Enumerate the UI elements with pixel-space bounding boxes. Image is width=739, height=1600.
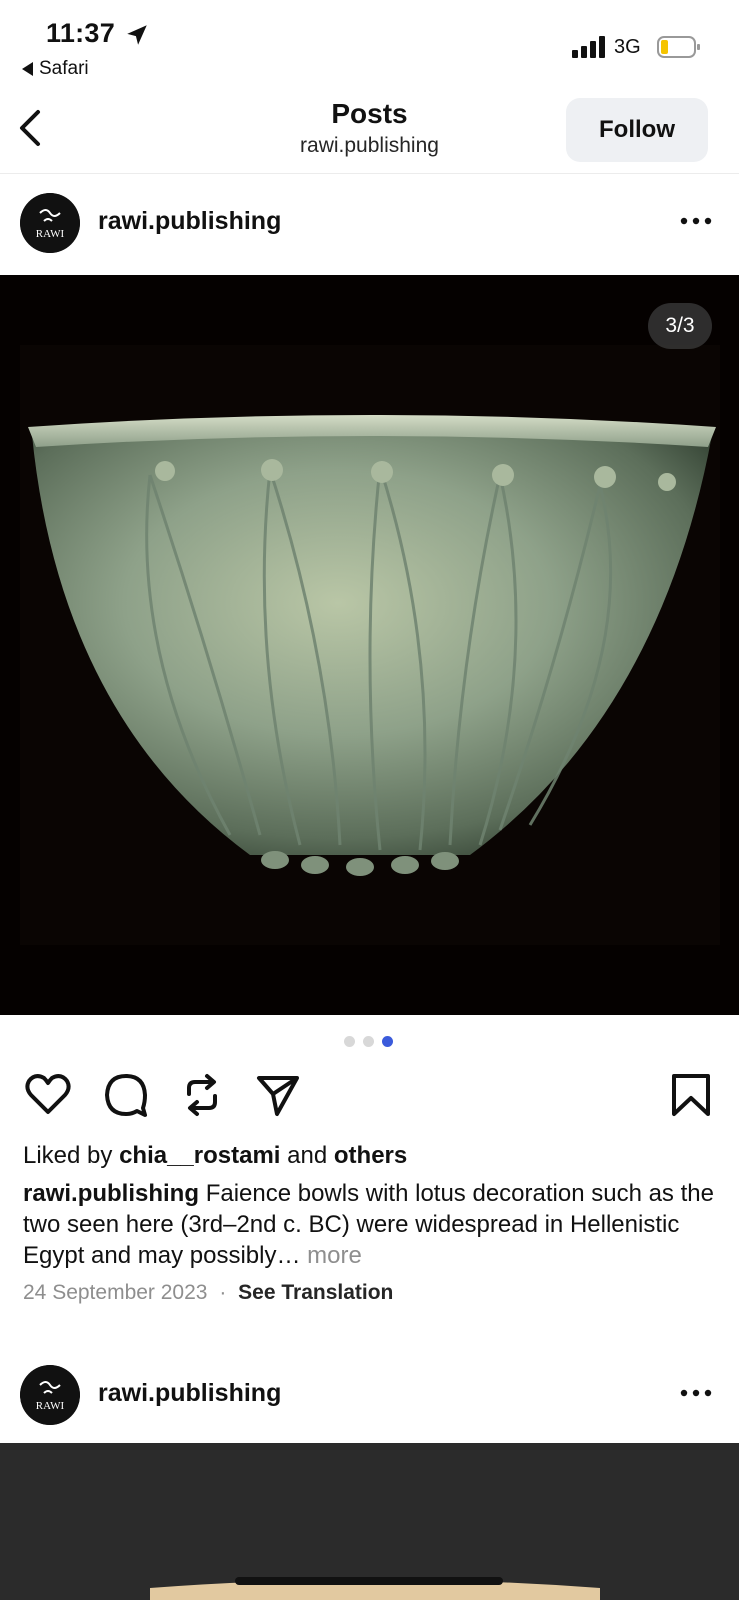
comment-bubble-icon[interactable]: [101, 1070, 151, 1120]
avatar[interactable]: RAWI: [20, 1365, 80, 1425]
rawi-logo-icon: RAWI: [20, 1365, 80, 1425]
carousel-dot: [363, 1036, 374, 1047]
meta-separator: ·: [219, 1281, 227, 1304]
follow-button[interactable]: Follow: [566, 98, 708, 162]
carousel-dot: [344, 1036, 355, 1047]
status-time: 11:37: [46, 18, 116, 48]
carousel-counter-badge: 3/3: [648, 303, 712, 349]
post-image[interactable]: [0, 275, 739, 1015]
rawi-logo-icon: RAWI: [20, 193, 80, 253]
post-meta: 24 September 2023 · See Translation: [23, 1281, 393, 1305]
likes-summary[interactable]: Liked by chia__rostami and others: [23, 1142, 407, 1170]
post-header: RAWI rawi.publishing: [0, 1347, 739, 1443]
cellular-signal-icon: [572, 36, 605, 58]
repost-icon[interactable]: [177, 1070, 227, 1120]
more-options-icon[interactable]: [676, 1381, 716, 1405]
likes-and: and: [287, 1142, 328, 1169]
battery-icon: [657, 36, 700, 58]
post-date: 24 September 2023: [23, 1281, 208, 1304]
network-type: 3G: [614, 36, 641, 58]
faience-bowl-image: [0, 275, 739, 1015]
post-username[interactable]: rawi.publishing: [98, 207, 281, 236]
caption-username[interactable]: rawi.publishing: [23, 1180, 199, 1207]
back-app-label: Safari: [39, 58, 89, 79]
svg-text:RAWI: RAWI: [36, 1400, 65, 1412]
back-to-app-button[interactable]: Safari: [22, 58, 89, 80]
likes-prefix: Liked by: [23, 1142, 113, 1169]
post-username[interactable]: rawi.publishing: [98, 1379, 281, 1408]
svg-text:RAWI: RAWI: [36, 228, 65, 240]
location-arrow-icon: [127, 25, 147, 45]
see-translation-link[interactable]: See Translation: [238, 1281, 393, 1304]
bookmark-icon[interactable]: [666, 1070, 716, 1120]
status-bar: 11:37 Safari 3G: [0, 0, 739, 90]
home-indicator[interactable]: [235, 1577, 503, 1585]
share-send-icon[interactable]: [253, 1070, 303, 1120]
avatar[interactable]: RAWI: [20, 193, 80, 253]
more-options-icon[interactable]: [676, 209, 716, 233]
like-heart-icon[interactable]: [23, 1070, 73, 1120]
carousel-indicator: [344, 1036, 393, 1047]
carousel-dot-active: [382, 1036, 393, 1047]
back-triangle-icon: [22, 62, 33, 76]
nav-header: Posts rawi.publishing Follow: [0, 92, 739, 174]
post-caption: rawi.publishing Faience bowls with lotus…: [23, 1178, 723, 1271]
liked-by-user[interactable]: chia__rostami: [119, 1142, 280, 1169]
likes-others-link[interactable]: others: [334, 1142, 407, 1169]
post-header: RAWI rawi.publishing: [0, 175, 739, 271]
caption-more-link[interactable]: more: [307, 1242, 362, 1269]
